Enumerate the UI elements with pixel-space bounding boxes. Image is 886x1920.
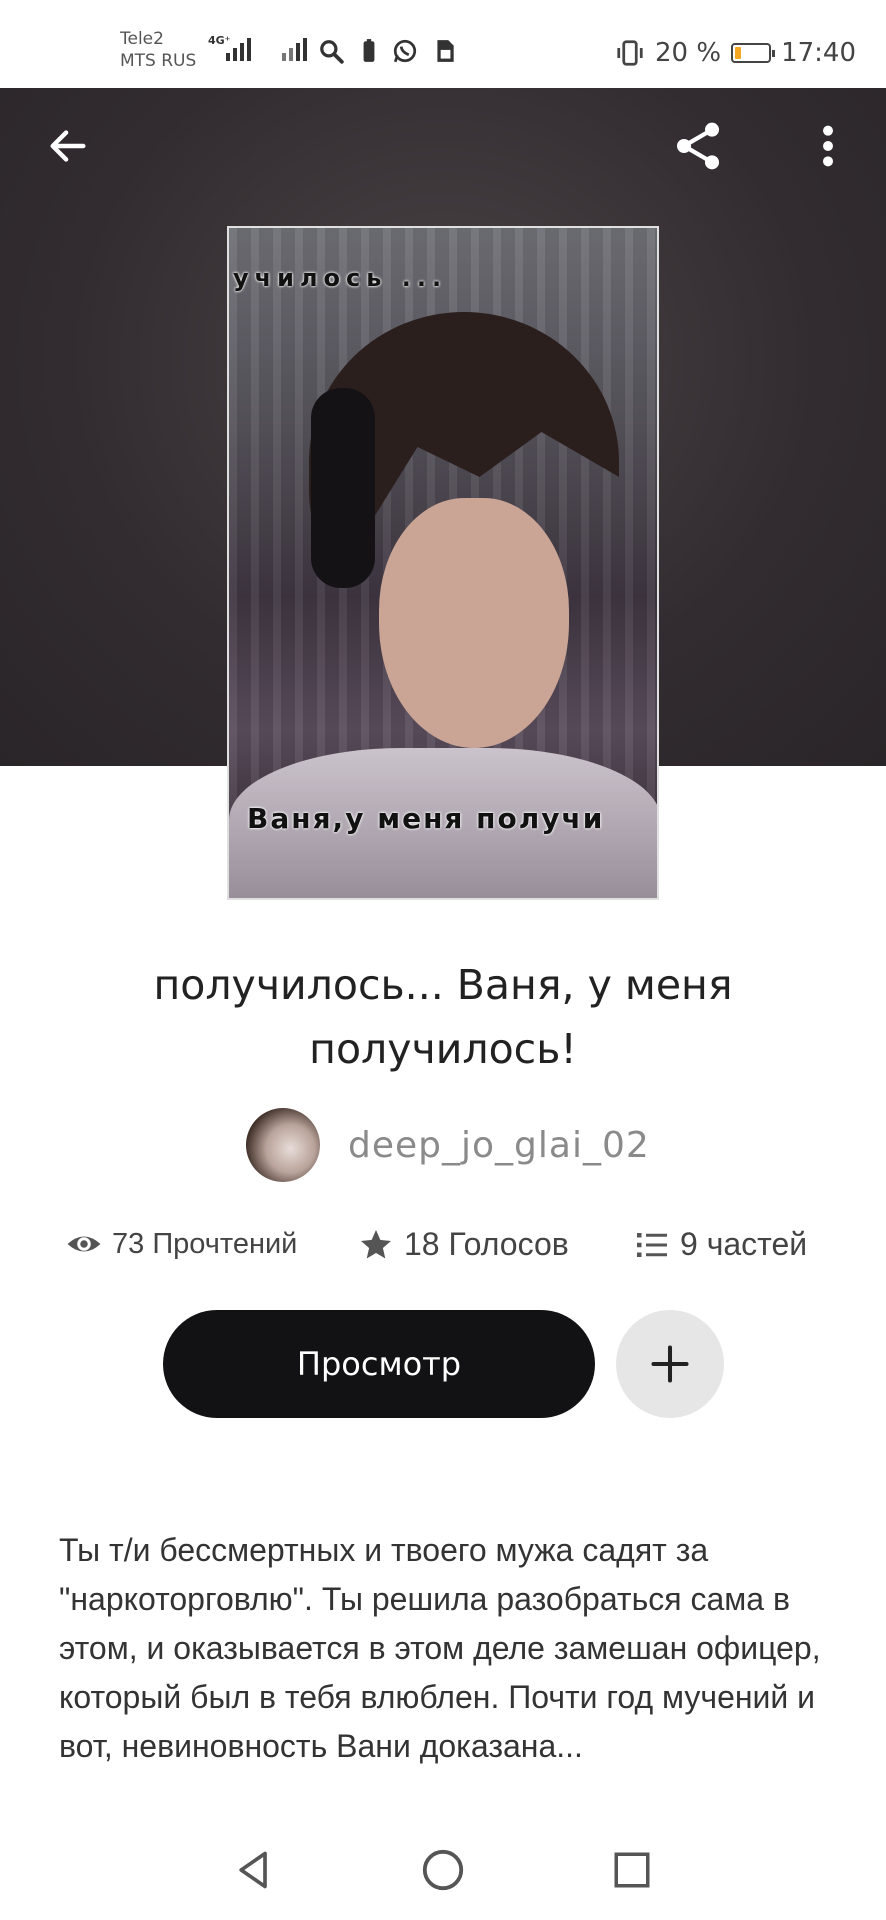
square-recents-icon xyxy=(614,1852,650,1888)
parts-stat: 9 частей xyxy=(634,1226,807,1263)
circle-home-icon xyxy=(422,1849,464,1891)
cover-headphones xyxy=(311,388,375,588)
carrier-2: MTS RUS xyxy=(120,51,197,71)
star-icon xyxy=(361,1229,391,1258)
parts-count: 9 частей xyxy=(680,1226,808,1262)
status-right: 20 % 17:40 xyxy=(615,38,856,68)
status-bar: Tele2 MTS RUS 4G⁺ 20 % 17:40 xyxy=(0,0,886,88)
more-options-button[interactable] xyxy=(800,118,856,174)
list-icon xyxy=(637,1232,667,1257)
carrier-1: Tele2 xyxy=(120,29,164,49)
cover-caption-bottom: Ваня,у меня получи xyxy=(247,802,605,835)
arrow-left-icon xyxy=(50,130,86,162)
nav-recents-button[interactable] xyxy=(604,1842,660,1898)
cover-caption-top: училось ... xyxy=(233,264,448,292)
nav-home-button[interactable] xyxy=(415,1842,471,1898)
battery-percent: 20 % xyxy=(655,38,722,68)
triangle-back-icon xyxy=(239,1851,267,1889)
cover-face xyxy=(379,498,569,748)
story-cover-image[interactable]: училось ... Ваня,у меня получи xyxy=(227,226,659,900)
more-vertical-icon xyxy=(823,125,833,167)
story-title: получилось... Ваня, у меня получилось! xyxy=(153,961,733,1073)
back-button[interactable] xyxy=(40,118,96,174)
system-nav-bar xyxy=(0,1820,886,1920)
author-link[interactable]: deep_jo_glai_02 xyxy=(246,1108,650,1182)
story-description: Ты т/и бессмертных и твоего мужа садят з… xyxy=(59,1532,821,1764)
signal-icon-2 xyxy=(282,38,307,61)
signal-icon xyxy=(226,38,251,61)
eye-icon xyxy=(67,1236,101,1252)
battery-saver-icon xyxy=(363,39,375,62)
battery-icon xyxy=(731,43,776,63)
add-to-library-button[interactable] xyxy=(616,1310,724,1418)
plus-icon xyxy=(651,1345,689,1383)
author-name[interactable]: deep_jo_glai_02 xyxy=(348,1125,650,1166)
vibrate-icon xyxy=(617,40,643,66)
reads-count: 73 Прочтений xyxy=(112,1227,298,1260)
avatar[interactable] xyxy=(246,1108,320,1182)
votes-count: 18 Голосов xyxy=(404,1226,569,1262)
sim-card-icon xyxy=(437,40,454,62)
whatsapp-icon xyxy=(393,39,417,63)
search-icon xyxy=(320,40,344,64)
share-button[interactable] xyxy=(670,118,726,174)
nav-back-button[interactable] xyxy=(226,1842,282,1898)
carrier-names: Tele2 MTS RUS xyxy=(120,28,196,72)
read-button[interactable]: Просмотр xyxy=(163,1310,595,1418)
votes-stat: 18 Голосов xyxy=(358,1226,569,1263)
reads-stat: 73 Прочтений xyxy=(66,1226,297,1262)
clock: 17:40 xyxy=(781,38,856,68)
share-icon xyxy=(677,122,719,170)
